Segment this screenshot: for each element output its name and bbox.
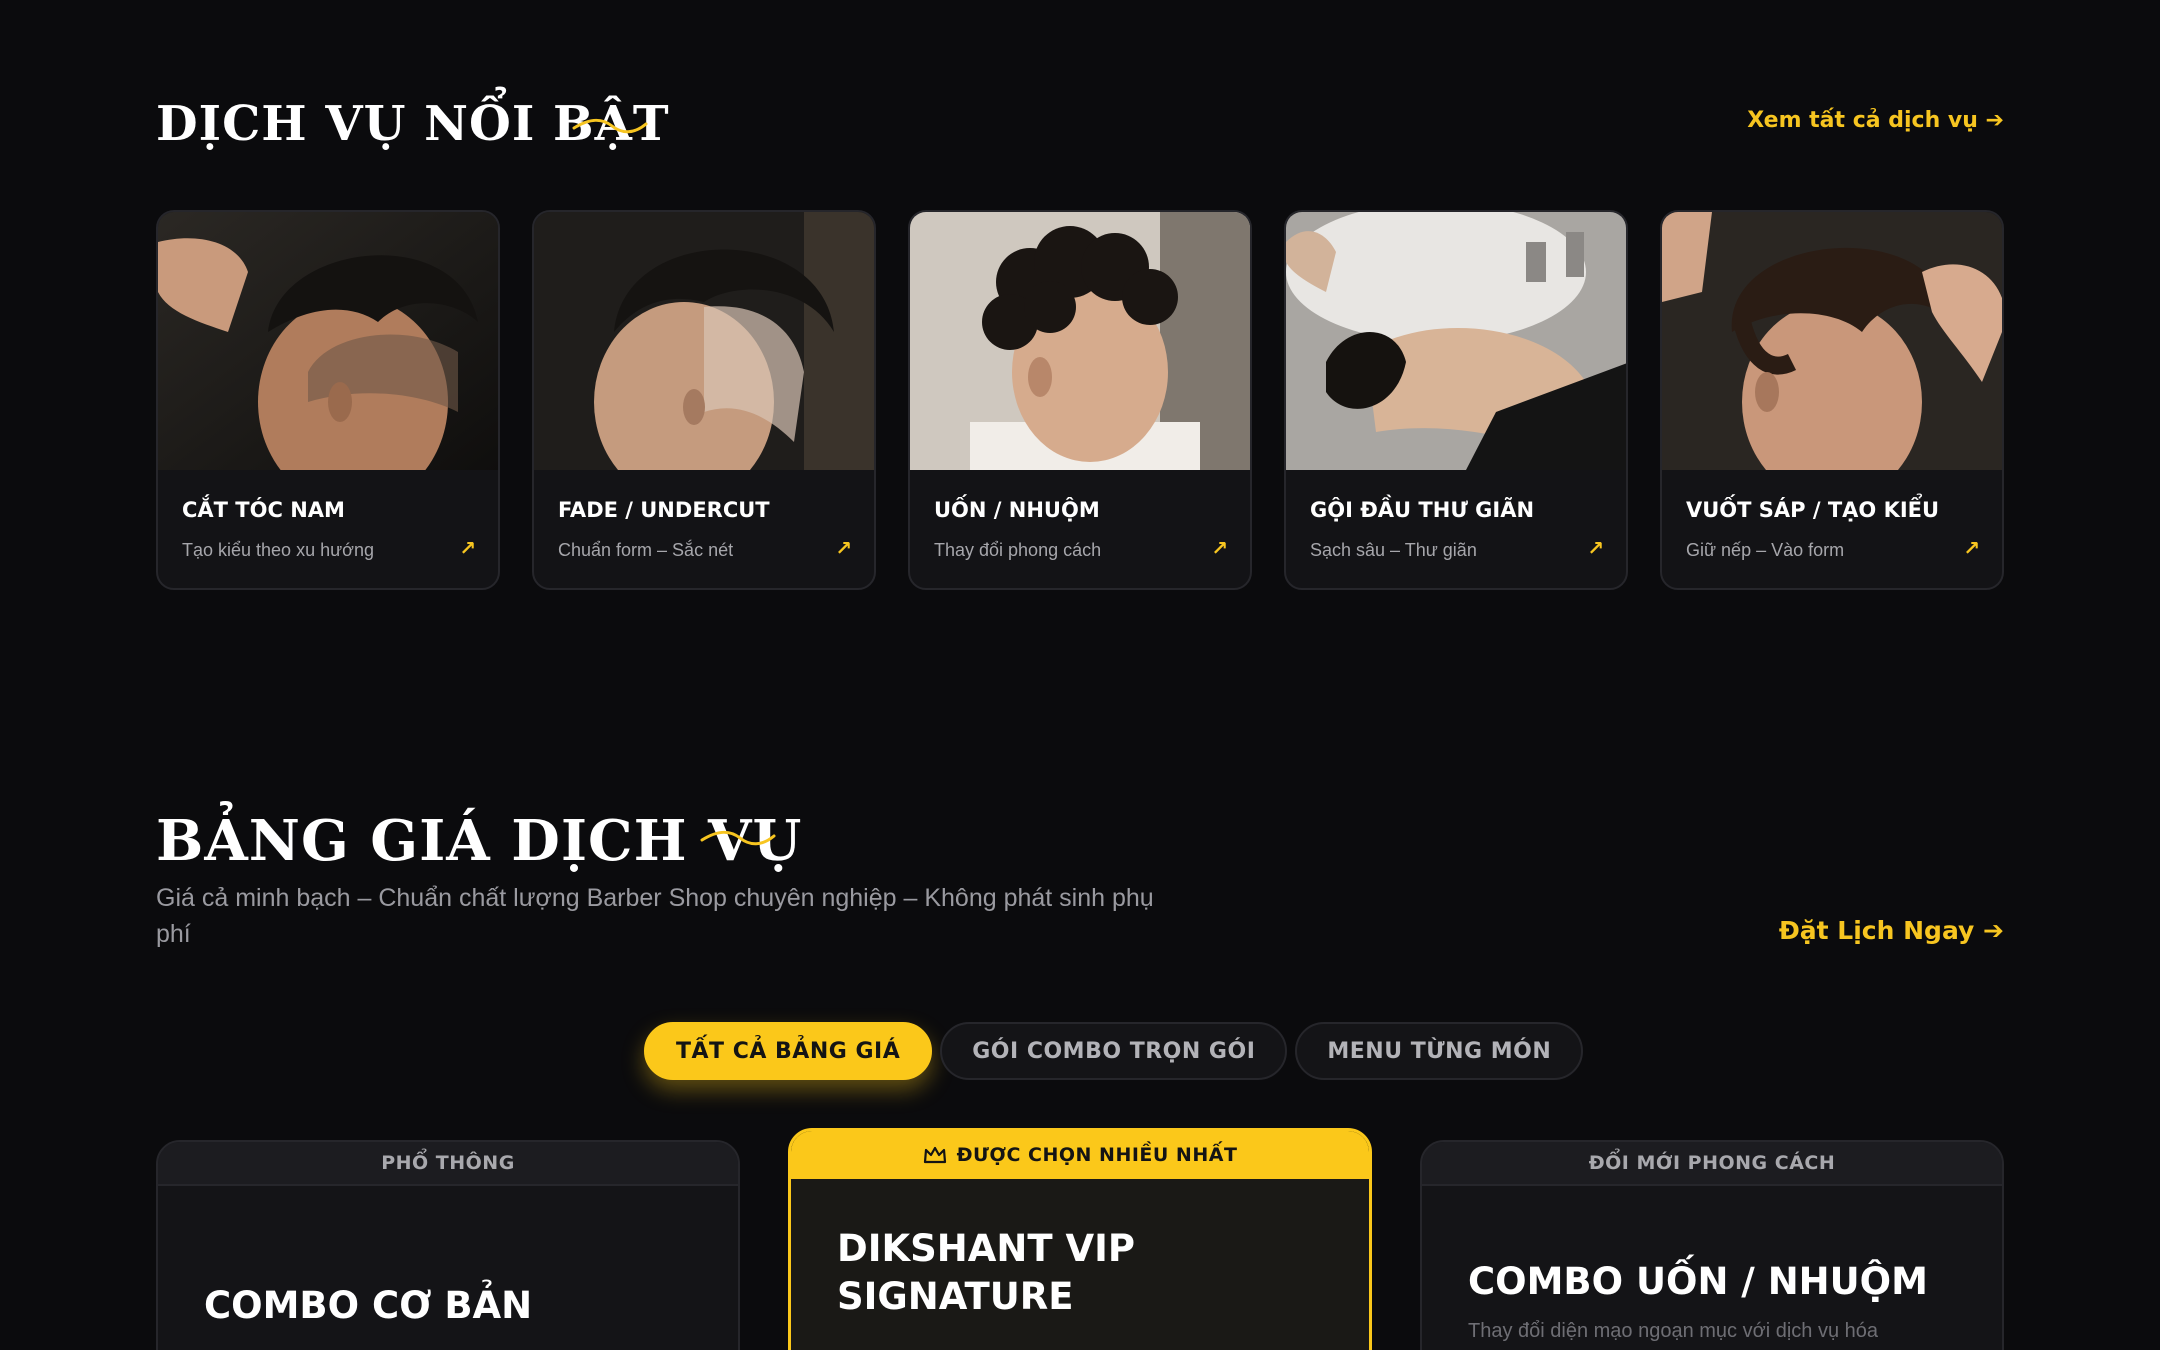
service-subtitle: Sạch sâu – Thư giãn: [1310, 540, 1477, 560]
service-card[interactable]: UỐN / NHUỘM Thay đổi phong cách ↗: [908, 210, 1252, 590]
plan-ribbon: ĐƯỢC CHỌN NHIỀU NHẤT: [791, 1131, 1369, 1179]
service-photo: [158, 212, 498, 470]
book-now-link[interactable]: Đặt Lịch Ngay ➔: [1779, 916, 2004, 945]
plan-ribbon-label: ĐƯỢC CHỌN NHIỀU NHẤT: [956, 1144, 1238, 1166]
crown-icon: [923, 1146, 946, 1164]
pricing-subtitle: Giá cả minh bạch – Chuẩn chất lượng Barb…: [156, 884, 1154, 948]
service-photo: [534, 212, 874, 470]
service-card[interactable]: GỘI ĐẦU THƯ GIÃN Sạch sâu – Thư giãn ↗: [1284, 210, 1628, 590]
service-card[interactable]: VUỐT SÁP / TẠO KIỂU Giữ nếp – Vào form ↗: [1660, 210, 2004, 590]
service-title: UỐN / NHUỘM: [934, 498, 1100, 522]
featured-service-cards: CẮT TÓC NAM Tạo kiểu theo xu hướng ↗ FAD…: [156, 210, 2004, 590]
tab-combo-packages[interactable]: GÓI COMBO TRỌN GÓI: [940, 1022, 1288, 1080]
arrow-up-right-icon: ↗: [1211, 536, 1228, 560]
arrow-up-right-icon: ↗: [1963, 536, 1980, 560]
plan-title: COMBO UỐN / NHUỘM: [1468, 1260, 1928, 1303]
service-title: FADE / UNDERCUT: [558, 498, 770, 522]
plan-title-line1: DIKSHANT VIP: [837, 1227, 1136, 1270]
tab-all-prices[interactable]: TẤT CẢ BẢNG GIÁ: [644, 1022, 933, 1080]
service-subtitle: Tạo kiểu theo xu hướng: [182, 540, 374, 560]
see-all-services-link[interactable]: Xem tất cả dịch vụ ➔: [1747, 108, 2004, 133]
service-title: GỘI ĐẦU THƯ GIÃN: [1310, 498, 1535, 522]
service-title: VUỐT SÁP / TẠO KIỂU: [1686, 498, 1940, 522]
service-photo: [1286, 212, 1626, 470]
squiggle-decoration: [700, 830, 776, 846]
featured-header: DỊCH VỤ NỔI BẬT Xem tất cả dịch vụ ➔: [156, 96, 2004, 156]
page: DỊCH VỤ NỔI BẬT Xem tất cả dịch vụ ➔ CẮT…: [0, 0, 2160, 1350]
pricing-plans: PHỔ THÔNG COMBO CƠ BẢN ĐƯỢC CHỌN NHIỀU N…: [156, 1128, 2004, 1350]
plan-card-style[interactable]: ĐỔI MỚI PHONG CÁCH COMBO UỐN / NHUỘM Tha…: [1420, 1140, 2004, 1350]
pricing-tabs: TẤT CẢ BẢNG GIÁ GÓI COMBO TRỌN GÓI MENU …: [644, 1022, 1584, 1080]
service-photo: [1662, 212, 2002, 470]
squiggle-decoration: [572, 118, 648, 134]
arrow-up-right-icon: ↗: [835, 536, 852, 560]
plan-title: COMBO CƠ BẢN: [204, 1284, 533, 1327]
service-card[interactable]: CẮT TÓC NAM Tạo kiểu theo xu hướng ↗: [156, 210, 500, 590]
tab-menu-items[interactable]: MENU TỪNG MÓN: [1295, 1022, 1584, 1080]
service-subtitle: Thay đổi phong cách: [934, 540, 1102, 560]
plan-ribbon: PHỔ THÔNG: [158, 1142, 738, 1186]
service-photo: [910, 212, 1250, 470]
arrow-up-right-icon: ↗: [1587, 536, 1604, 560]
service-card[interactable]: FADE / UNDERCUT Chuẩn form – Sắc nét ↗: [532, 210, 876, 590]
service-subtitle: Chuẩn form – Sắc nét: [558, 540, 734, 560]
service-title: CẮT TÓC NAM: [182, 498, 345, 522]
arrow-up-right-icon: ↗: [459, 536, 476, 560]
plan-card-vip[interactable]: ĐƯỢC CHỌN NHIỀU NHẤT DIKSHANT VIP SIGNAT…: [788, 1128, 1372, 1350]
plan-ribbon: ĐỔI MỚI PHONG CÁCH: [1422, 1142, 2002, 1186]
service-subtitle: Giữ nếp – Vào form: [1686, 540, 1845, 560]
plan-card-basic[interactable]: PHỔ THÔNG COMBO CƠ BẢN: [156, 1140, 740, 1350]
plan-title-line2: SIGNATURE: [837, 1275, 1074, 1318]
plan-description: Thay đổi diện mạo ngoạn mục với dịch vụ …: [1468, 1320, 1879, 1342]
